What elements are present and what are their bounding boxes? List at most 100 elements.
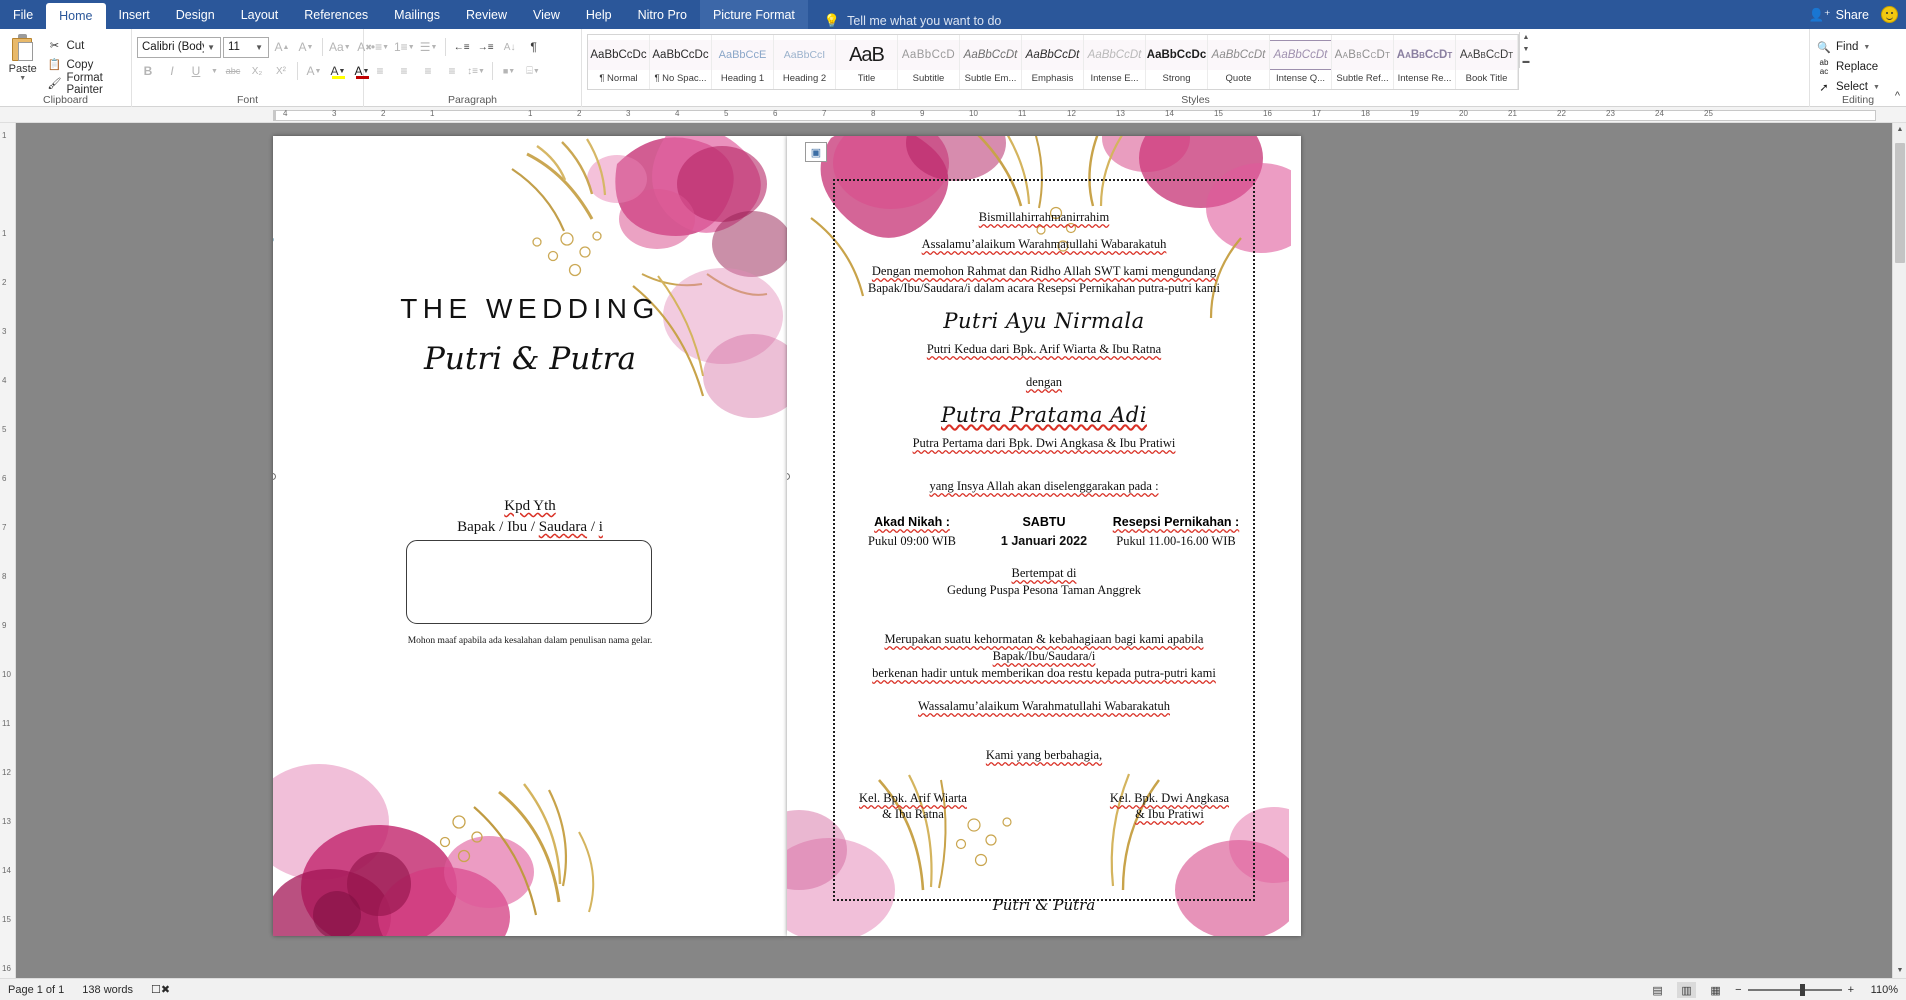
horizontal-ruler[interactable]: 4 3 2 1 1 2 3 4 5 6 7 8 9 10 11 12 13 14 15 16 17 18 19 20 21 22 2… (0, 107, 1906, 123)
strikethrough-button[interactable]: abc (222, 60, 244, 82)
superscript-button[interactable]: X² (270, 60, 292, 82)
multilevel-list-button[interactable]: ☰ ▼ (418, 36, 440, 58)
scrollbar-thumb[interactable] (1895, 143, 1905, 263)
tab-help[interactable]: Help (573, 0, 625, 29)
tab-nitro-pro[interactable]: Nitro Pro (625, 0, 700, 29)
italic-label: I (170, 64, 174, 78)
page-count[interactable]: Page 1 of 1 (8, 984, 64, 996)
align-right-button[interactable]: ≡ (417, 60, 439, 82)
style-card-no-spac[interactable]: AaBbCcDc ¶ No Spac... (650, 35, 712, 89)
zoom-thumb[interactable] (1799, 984, 1805, 996)
document-page-right[interactable]: ▣ Bismillahirrahmanirrahim Assalamu’alai… (787, 136, 1301, 936)
tab-design[interactable]: Design (163, 0, 228, 29)
justify-button[interactable]: ≡ (441, 60, 463, 82)
style-card-intense-q[interactable]: AaBbCcDt Intense Q... (1270, 35, 1332, 89)
tab-review[interactable]: Review (453, 0, 520, 29)
style-card-heading-2[interactable]: AaBbCcI Heading 2 (774, 35, 836, 89)
feedback-smiley-icon[interactable] (1881, 6, 1898, 23)
line-spacing-button[interactable]: ↕≡ ▼ (465, 60, 487, 82)
shading-button[interactable]: ■ ▼ (498, 60, 520, 82)
increase-indent-button[interactable]: →≡ (475, 36, 497, 58)
style-card-intense-re[interactable]: AaBbCcDt Intense Re... (1394, 35, 1456, 89)
style-card-intense-e[interactable]: AaBbCcDt Intense E... (1084, 35, 1146, 89)
styles-more-icon[interactable]: ▬ (1520, 56, 1532, 68)
styles-scroll-down-icon[interactable]: ▼ (1520, 44, 1532, 56)
zoom-track[interactable] (1747, 984, 1842, 996)
collapse-ribbon-icon[interactable]: ^ (1895, 90, 1900, 102)
shrink-font-button[interactable]: A ▼ (295, 36, 317, 58)
font-name-combo[interactable]: Calibri (Body ▼ (137, 36, 221, 58)
styles-scroll-up-icon[interactable]: ▲ (1520, 32, 1532, 44)
styles-gallery-scroll[interactable]: ▲ ▼ ▬ (1519, 32, 1532, 68)
align-left-button[interactable]: ≡ (369, 60, 391, 82)
view-read-mode-icon[interactable]: ▤ (1648, 982, 1667, 998)
zoom-slider[interactable]: − + (1735, 984, 1854, 996)
underline-button[interactable]: U (185, 60, 207, 82)
select-dropdown-icon[interactable]: ▼ (1873, 84, 1880, 91)
resize-handle-left[interactable] (273, 473, 276, 480)
grow-font-button[interactable]: A ▲ (271, 36, 293, 58)
proofing-errors-icon[interactable]: ☐✖ (151, 983, 170, 996)
paste-button[interactable]: Paste ▼ (5, 32, 40, 82)
bold-button[interactable]: B (137, 60, 159, 82)
replace-button[interactable]: ab ac Replace (1815, 57, 1879, 77)
find-dropdown-icon[interactable]: ▼ (1863, 44, 1870, 51)
style-card-normal[interactable]: AaBbCcDc ¶ Normal (588, 35, 650, 89)
document-canvas[interactable]: ⚓ THE WEDDING Putri & Putra Kpd Yth Bapa… (16, 123, 1906, 978)
tab-references[interactable]: References (291, 0, 381, 29)
vertical-ruler[interactable]: 1 1 2 3 4 5 6 7 8 9 10 11 12 13 14 15 16 (0, 123, 16, 978)
tab-mailings[interactable]: Mailings (381, 0, 453, 29)
tab-insert[interactable]: Insert (106, 0, 163, 29)
decrease-indent-button[interactable]: ←≡ (451, 36, 473, 58)
tab-view[interactable]: View (520, 0, 573, 29)
style-card-quote[interactable]: AaBbCcDt Quote (1208, 35, 1270, 89)
share-label: Share (1835, 7, 1869, 22)
zoom-out-button[interactable]: − (1735, 984, 1741, 996)
find-button[interactable]: 🔍 Find ▼ (1815, 37, 1870, 57)
change-case-button[interactable]: Aa ▼ (328, 36, 352, 58)
style-card-subtle-ref[interactable]: AaBbCcDt Subtle Ref... (1332, 35, 1394, 89)
vertical-scrollbar[interactable]: ▲ ▼ (1892, 123, 1906, 978)
tab-layout[interactable]: Layout (228, 0, 292, 29)
cut-button[interactable]: ✂ Cut (44, 36, 126, 55)
text-effects-button[interactable]: A ▼ (303, 60, 325, 82)
tab-picture-format[interactable]: Picture Format (699, 0, 808, 29)
borders-button[interactable]: ⌸ ▼ (522, 60, 544, 82)
style-card-subtle-em[interactable]: AaBbCcDt Subtle Em... (960, 35, 1022, 89)
resize-handle-right[interactable] (787, 473, 790, 480)
style-card-emphasis[interactable]: AaBbCcDt Emphasis (1022, 35, 1084, 89)
show-formatting-marks-button[interactable]: ¶ (523, 36, 545, 58)
format-painter-button[interactable]: 🖌 Format Painter (44, 72, 126, 96)
word-count[interactable]: 138 words (82, 984, 133, 996)
tab-home[interactable]: Home (46, 3, 106, 29)
document-page-left[interactable]: ⚓ THE WEDDING Putri & Putra Kpd Yth Bapa… (273, 136, 787, 936)
font-size-combo[interactable]: 11 ▼ (223, 36, 269, 58)
style-card-heading-1[interactable]: AaBbCcE Heading 1 (712, 35, 774, 89)
sort-button[interactable]: A↓ (499, 36, 521, 58)
view-print-layout-icon[interactable]: ▥ (1677, 982, 1697, 998)
italic-button[interactable]: I (161, 60, 183, 82)
view-web-layout-icon[interactable]: ▦ (1706, 982, 1725, 998)
tab-file[interactable]: File (0, 0, 46, 29)
style-card-book-title[interactable]: AaBbCcDt Book Title (1456, 35, 1518, 89)
style-card-strong[interactable]: AaBbCcDc Strong (1146, 35, 1208, 89)
style-card-title[interactable]: AaB Title (836, 35, 898, 89)
underline-dropdown-icon[interactable]: ▼ (209, 60, 220, 82)
scroll-up-icon[interactable]: ▲ (1893, 123, 1906, 137)
bullets-button[interactable]: •≡ ▼ (369, 36, 391, 58)
highlight-color-button[interactable]: A ▼ (327, 60, 349, 82)
zoom-in-button[interactable]: + (1848, 984, 1854, 996)
subscript-button[interactable]: X₂ (246, 60, 268, 82)
recipient-name-textbox[interactable] (406, 540, 652, 624)
layout-options-button[interactable]: ▣ (805, 142, 827, 162)
style-card-subtitle[interactable]: AaBbCcD Subtitle (898, 35, 960, 89)
scroll-down-icon[interactable]: ▼ (1893, 964, 1906, 978)
share-button[interactable]: 👤⁺ Share (1808, 7, 1869, 23)
styles-gallery[interactable]: AaBbCcDc ¶ Normal AaBbCcDc ¶ No Spac... AaBb… (587, 34, 1519, 90)
tell-me-box[interactable]: 💡 Tell me what you want to do (824, 13, 1001, 29)
numbering-button[interactable]: 1≡ ▼ (393, 36, 416, 58)
align-center-button[interactable]: ≡ (393, 60, 415, 82)
ruler-tick-v: 7 (2, 523, 7, 532)
paste-dropdown-icon[interactable]: ▼ (19, 75, 26, 82)
zoom-level[interactable]: 110% (1864, 984, 1898, 996)
